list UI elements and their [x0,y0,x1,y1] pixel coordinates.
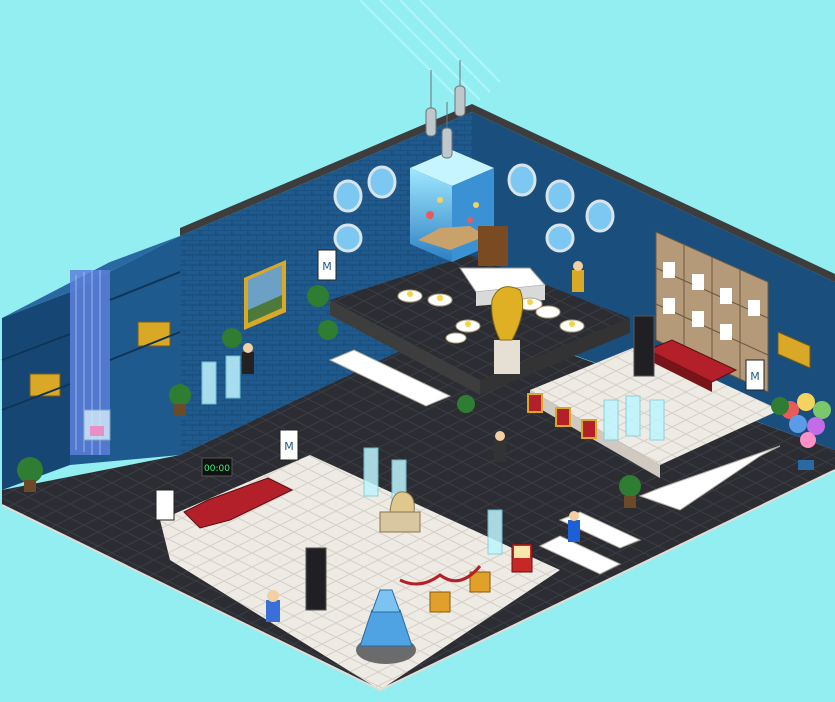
light-rays [359,0,501,111]
game-scene: M M M 00:00 [0,0,835,702]
popcorn-machine[interactable] [511,543,533,573]
banner-letter: M [750,370,760,383]
avatar[interactable] [568,511,580,542]
banner-flag [155,489,175,521]
avatar[interactable] [572,261,584,292]
clock-readout: 00:00 [204,464,230,474]
waterfall-tower [1,236,181,490]
avatar[interactable] [242,343,254,374]
banner-flag: M [745,359,765,391]
banner-flag: M [317,249,337,281]
digital-clock: 00:00 [201,457,233,477]
isometric-room: M M M 00:00 [1,0,835,692]
banner-flag: M [279,429,299,461]
avatar[interactable] [494,431,506,462]
avatar[interactable] [266,590,280,622]
display-case [83,409,111,441]
banner-letter: M [284,440,294,453]
banner-letter: M [322,260,332,273]
